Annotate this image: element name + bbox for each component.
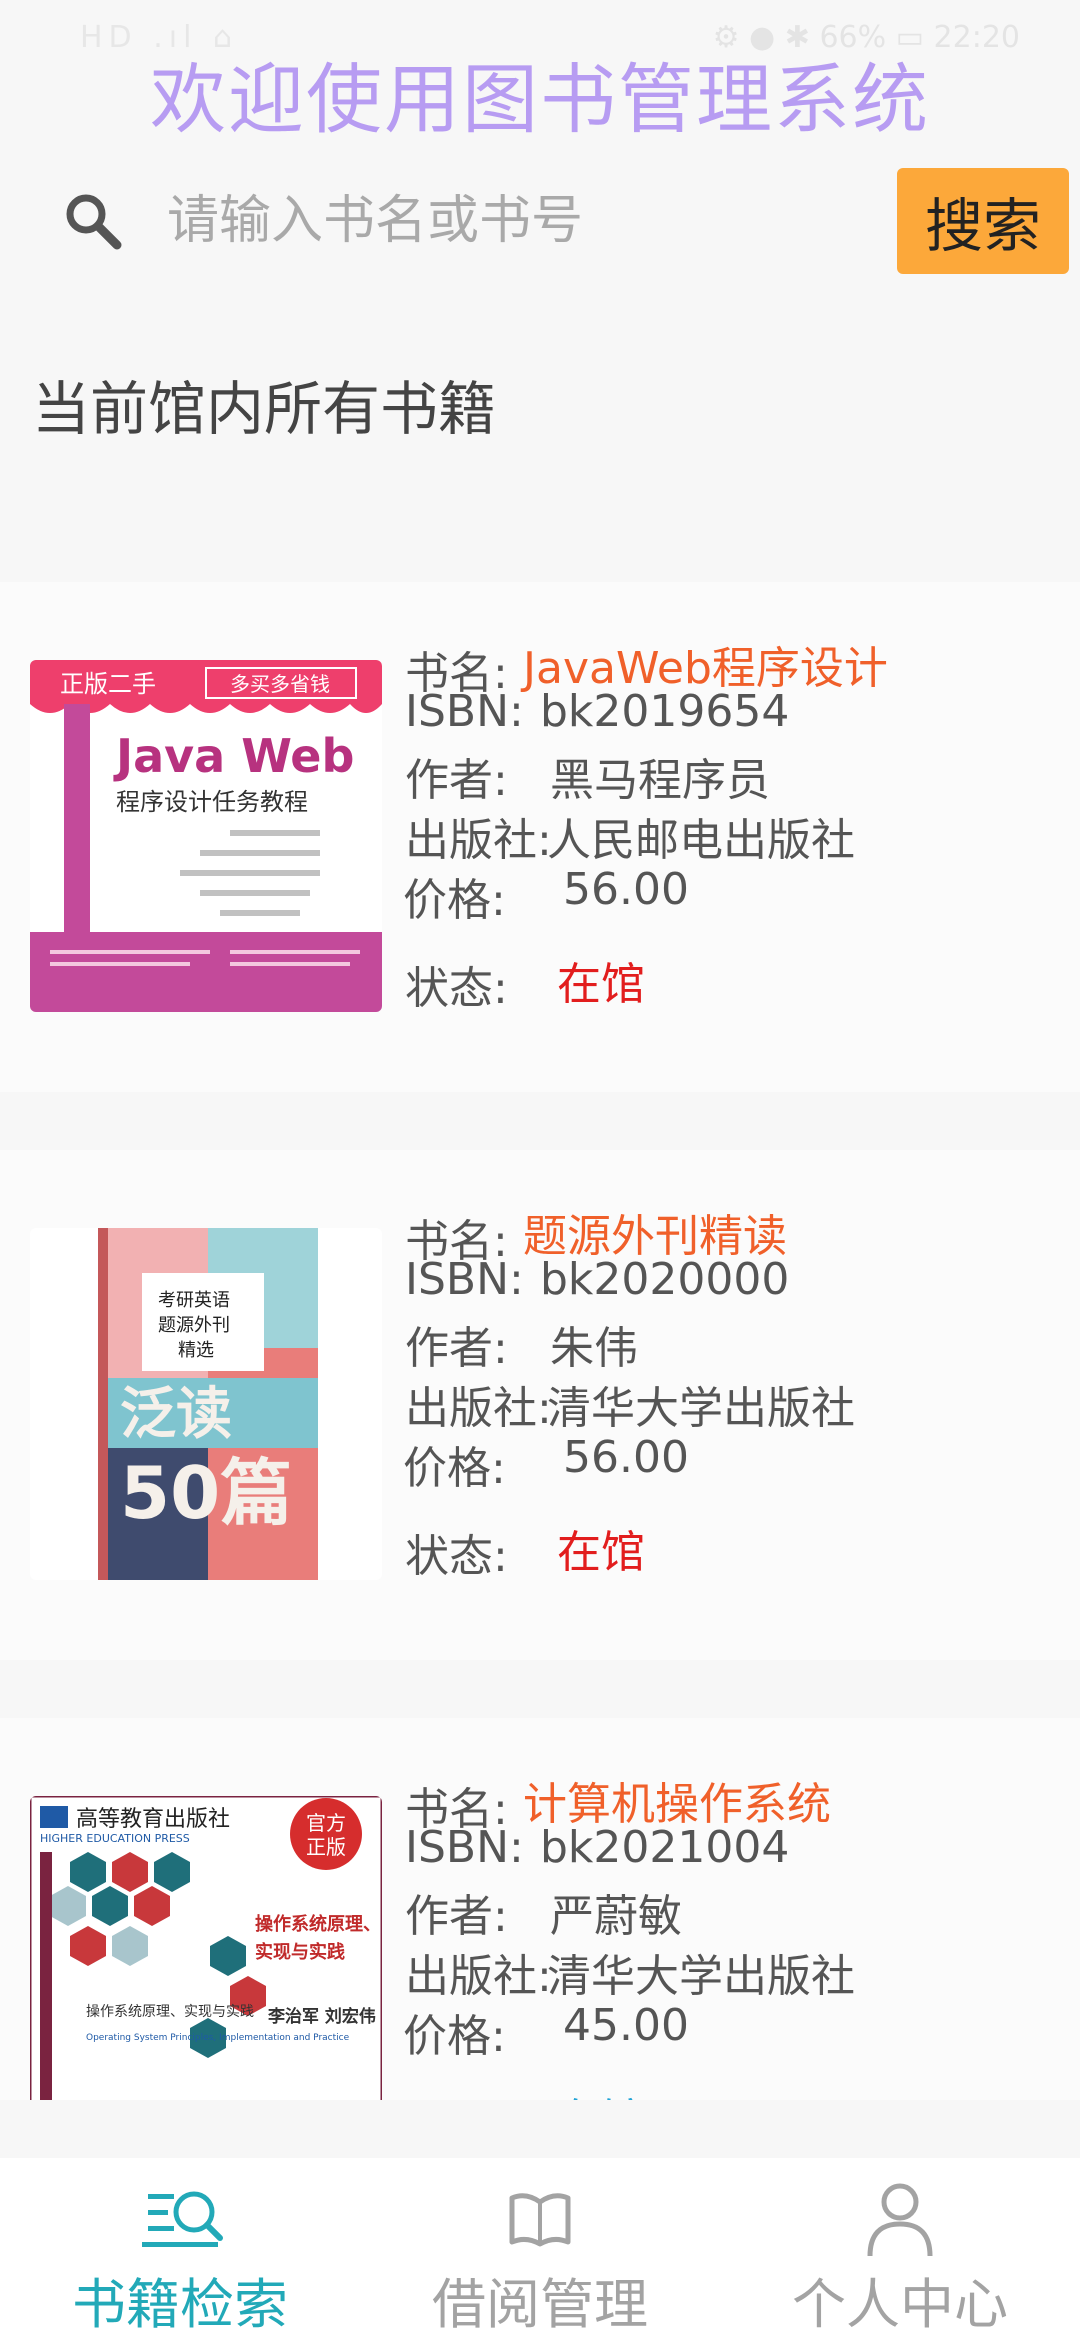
price-label: 价格: bbox=[403, 2011, 506, 2062]
book-isbn: bk2019654 bbox=[540, 686, 790, 737]
author-label: 作者: bbox=[405, 1323, 508, 1374]
isbn-label: ISBN: bbox=[405, 1254, 524, 1305]
tab-label: 书籍检索 bbox=[72, 2273, 288, 2336]
book-price: 56.00 bbox=[563, 864, 689, 915]
publisher-label: 出版社: bbox=[405, 1951, 552, 2002]
book-author: 朱伟 bbox=[550, 1323, 638, 1374]
cover-publisher-logo: 高等教育出版社 bbox=[76, 1807, 230, 1832]
status-label: 状态: bbox=[405, 963, 508, 1014]
book-isbn: bk2020000 bbox=[540, 1254, 790, 1305]
cover-publisher-en: HIGHER EDUCATION PRESS bbox=[40, 1832, 190, 1845]
cover-big-text1: 泛读 bbox=[120, 1382, 232, 1447]
isbn-label: ISBN: bbox=[405, 686, 524, 737]
search-bar: 搜索 bbox=[0, 160, 1080, 280]
tab-borrow-management[interactable]: 借阅管理 bbox=[360, 2158, 720, 2340]
cover-heading-line2: 实现与实践 bbox=[255, 1941, 345, 1963]
price-label: 价格: bbox=[403, 1443, 506, 1494]
tab-label: 个人中心 bbox=[792, 2273, 1008, 2336]
user-icon bbox=[867, 2183, 933, 2257]
author-label: 作者: bbox=[405, 1891, 508, 1942]
book-icon bbox=[509, 2193, 571, 2247]
cover-banner-right: 多买多省钱 bbox=[230, 672, 330, 696]
price-label: 价格: bbox=[403, 875, 506, 926]
book-list[interactable]: 正版二手 多买多省钱 Java Web 程序设计任务教程 书名: JavaWeb… bbox=[0, 530, 1080, 2100]
book-publisher: 清华大学出版社 bbox=[547, 1951, 855, 2002]
isbn-label: ISBN: bbox=[405, 1822, 524, 1873]
cover-badge-line2: 正版 bbox=[306, 1835, 346, 1859]
cover-heading: Java Web bbox=[113, 729, 354, 783]
section-title: 当前馆内所有书籍 bbox=[32, 375, 497, 443]
book-status: 在馆 bbox=[557, 959, 645, 1010]
tab-personal-center[interactable]: 个人中心 bbox=[720, 2158, 1080, 2340]
cover-banner-left: 正版二手 bbox=[60, 670, 156, 698]
status-label: 状态: bbox=[405, 2088, 508, 2100]
book-author: 黑马程序员 bbox=[550, 755, 770, 806]
book-card[interactable]: 正版二手 多买多省钱 Java Web 程序设计任务教程 书名: JavaWeb… bbox=[0, 582, 1080, 1092]
book-publisher: 人民邮电出版社 bbox=[547, 815, 855, 866]
cover-small-title: 操作系统原理、实现与实践 bbox=[86, 2004, 254, 2020]
cover-box-line1: 考研英语 bbox=[158, 1290, 230, 1311]
search-input[interactable] bbox=[165, 178, 869, 264]
cover-authors: 李治军 刘宏伟 bbox=[268, 2006, 376, 2027]
book-status: 在馆 bbox=[557, 1527, 645, 1578]
book-cover: 高等教育出版社 HIGHER EDUCATION PRESS 官方 正版 操作系… bbox=[30, 1796, 382, 2100]
cover-big-text2: 50篇 bbox=[120, 1451, 292, 1535]
publisher-label: 出版社: bbox=[405, 815, 552, 866]
book-card[interactable]: 考研英语 题源外刊 精选 泛读 50篇 书名: 题源外刊精读 ISBN: bk2… bbox=[0, 1150, 1080, 1660]
app-title: 欢迎使用图书管理系统 bbox=[150, 55, 930, 144]
book-search-icon bbox=[142, 2191, 223, 2247]
book-card[interactable]: 高等教育出版社 HIGHER EDUCATION PRESS 官方 正版 操作系… bbox=[0, 1718, 1080, 2100]
book-price: 56.00 bbox=[563, 1432, 689, 1483]
cover-box-line3: 精选 bbox=[178, 1340, 214, 1361]
publisher-label: 出版社: bbox=[405, 1383, 552, 1434]
search-button[interactable]: 搜索 bbox=[897, 168, 1069, 274]
author-label: 作者: bbox=[405, 755, 508, 806]
cover-en-title: Operating System Principles, Implementat… bbox=[86, 2033, 350, 2043]
book-cover: 考研英语 题源外刊 精选 泛读 50篇 bbox=[30, 1228, 382, 1580]
book-author: 严蔚敏 bbox=[550, 1891, 682, 1942]
book-cover: 正版二手 多买多省钱 Java Web 程序设计任务教程 bbox=[30, 660, 382, 1012]
tab-label: 借阅管理 bbox=[432, 2273, 648, 2336]
cover-box-line2: 题源外刊 bbox=[158, 1315, 230, 1336]
cover-badge-line1: 官方 bbox=[306, 1811, 346, 1835]
book-isbn: bk2021004 bbox=[540, 1822, 790, 1873]
book-status: 在馆 bbox=[557, 2084, 645, 2100]
book-price: 45.00 bbox=[563, 2000, 689, 2051]
cover-subheading: 程序设计任务教程 bbox=[116, 788, 308, 816]
cover-heading-line1: 操作系统原理、 bbox=[255, 1913, 381, 1935]
book-publisher: 清华大学出版社 bbox=[547, 1383, 855, 1434]
bottom-tab-bar: 书籍检索 借阅管理 个人中心 bbox=[0, 2158, 1080, 2340]
search-icon bbox=[66, 194, 122, 250]
tab-book-search[interactable]: 书籍检索 bbox=[0, 2158, 360, 2340]
status-label: 状态: bbox=[405, 1531, 508, 1582]
